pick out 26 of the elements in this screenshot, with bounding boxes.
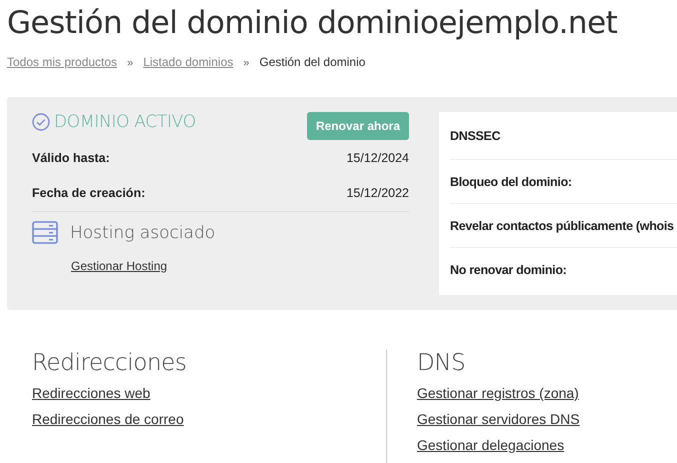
status-label: DOMINIO ACTIVO xyxy=(54,112,196,132)
server-icon xyxy=(32,221,58,244)
page-title: Gestión del dominio dominioejemplo.net xyxy=(6,4,618,42)
section-link[interactable]: Redirecciones de correo xyxy=(32,411,184,427)
setting-label: Revelar contactos públicamente (whois xyxy=(450,218,674,232)
breadcrumb-separator: » xyxy=(243,57,250,69)
section-title: DNS xyxy=(417,350,466,376)
breadcrumb-current: Gestión del dominio xyxy=(259,55,366,69)
breadcrumb-separator: » xyxy=(127,57,134,69)
section-link[interactable]: Gestionar registros (zona) xyxy=(417,385,579,401)
breadcrumb-link[interactable]: Todos mis productos xyxy=(7,55,118,69)
section-link[interactable]: Gestionar delegaciones xyxy=(417,437,564,453)
breadcrumb-link[interactable]: Listado dominios xyxy=(143,55,234,69)
manage-hosting-link[interactable]: Gestionar Hosting xyxy=(71,259,168,273)
check-circle-icon xyxy=(32,113,50,131)
date-label: Fecha de creación: xyxy=(32,186,146,200)
setting-label: No renovar dominio: xyxy=(450,262,567,276)
date-value: 15/12/2022 xyxy=(346,186,409,200)
section-link[interactable]: Redirecciones web xyxy=(32,385,150,401)
setting-label: DNSSEC xyxy=(450,128,500,142)
section-title: Redirecciones xyxy=(32,350,186,376)
section-link[interactable]: Gestionar servidores DNS xyxy=(417,411,580,427)
setting-label: Bloqueo del dominio: xyxy=(450,174,572,188)
date-value: 15/12/2024 xyxy=(346,150,409,164)
hosting-title: Hosting asociado xyxy=(70,222,216,242)
date-label: Válido hasta: xyxy=(32,150,110,164)
